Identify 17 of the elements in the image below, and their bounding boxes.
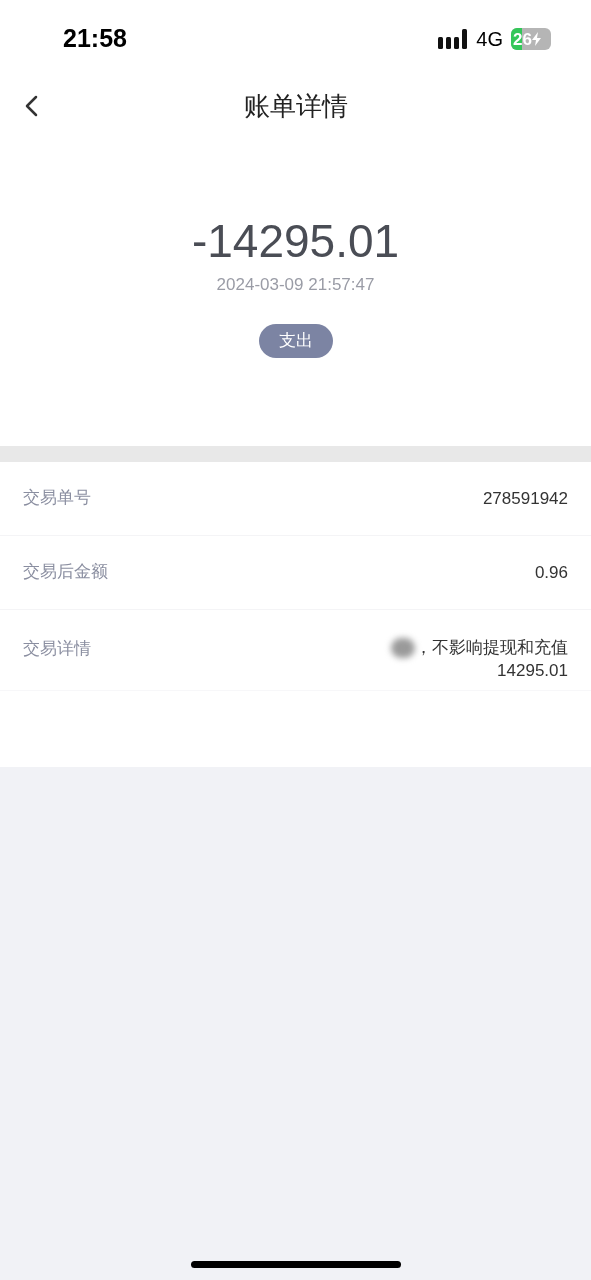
bolt-icon bbox=[531, 32, 541, 46]
amount: -14295.01 bbox=[191, 218, 400, 264]
detail-value: ，不影响提现和充值 bbox=[415, 636, 568, 659]
detail-value: 14295.01 bbox=[497, 659, 568, 682]
back-icon[interactable] bbox=[23, 94, 39, 118]
network-label: 4G bbox=[476, 27, 503, 52]
page-title: 账单详情 bbox=[243, 89, 348, 123]
detail-value: 0.96 bbox=[534, 561, 568, 584]
status-time: 21:58 bbox=[63, 23, 127, 55]
transaction-time: 2024-03-09 21:57:47 bbox=[216, 274, 375, 296]
detail-value: 278591942 bbox=[482, 487, 568, 510]
type-tag: 支出 bbox=[258, 323, 333, 358]
detail-label: 交易后金额 bbox=[23, 561, 108, 584]
detail-label: 交易单号 bbox=[23, 487, 91, 510]
blur-patch bbox=[391, 637, 415, 658]
detail-label: 交易详情 bbox=[23, 637, 91, 660]
signal-icon bbox=[438, 29, 469, 49]
